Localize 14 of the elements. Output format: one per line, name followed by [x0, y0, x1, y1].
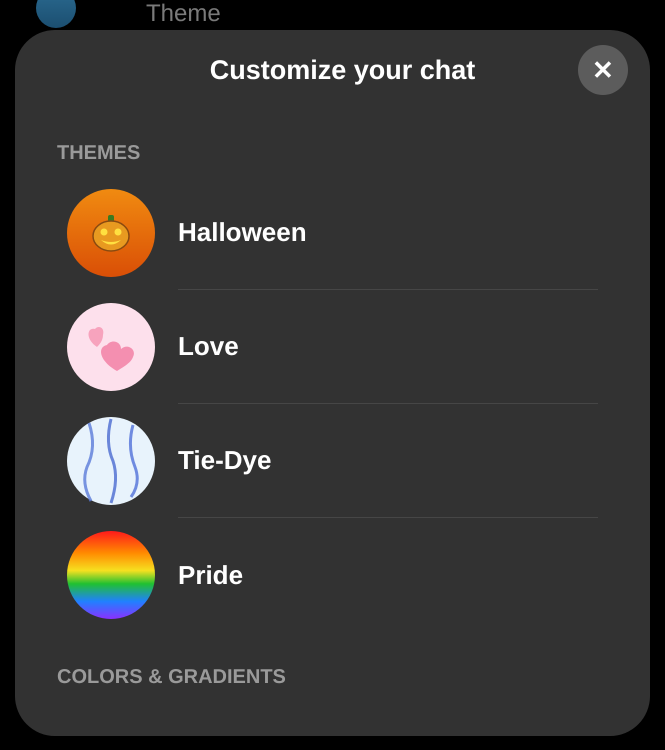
row-label: Theme	[146, 1, 221, 27]
theme-label[interactable]: Love	[178, 327, 239, 366]
rainbow-icon	[67, 531, 155, 619]
tie-dye-icon	[67, 417, 155, 505]
hearts-icon	[67, 303, 155, 391]
theme-label[interactable]: Tie-Dye	[178, 441, 272, 480]
theme-label[interactable]: Pride	[178, 556, 244, 594]
section-heading: THEMES	[57, 141, 142, 166]
section-heading: COLORS & GRADIENTS	[57, 665, 287, 690]
avatar	[36, 0, 76, 28]
sheet-title: Customize your chat	[210, 54, 476, 87]
theme-label[interactable]: Halloween	[178, 213, 307, 252]
pumpkin-icon	[67, 189, 155, 277]
close-button[interactable]: ✕	[578, 45, 628, 95]
